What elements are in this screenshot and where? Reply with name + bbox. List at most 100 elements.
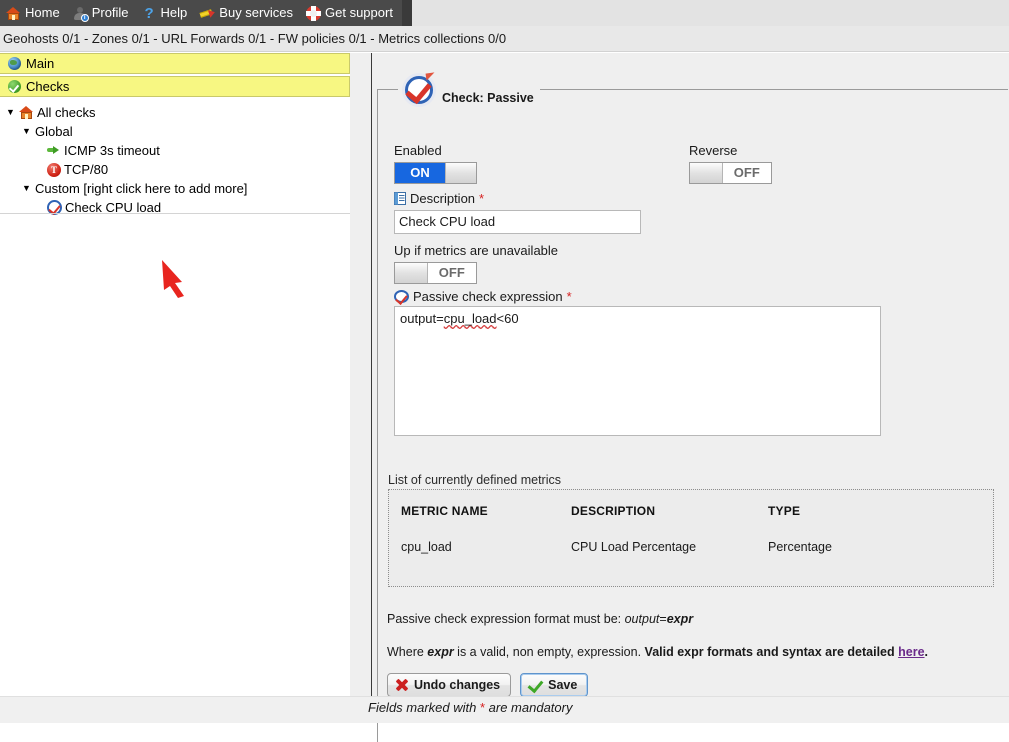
tree-node-tcp80[interactable]: T TCP/80 — [0, 160, 350, 179]
tree-divider — [0, 213, 350, 214]
cell-metric-name: cpu_load — [401, 540, 452, 554]
expression-value-suffix: <60 — [496, 311, 519, 326]
expression-value-prefix: output= — [400, 311, 444, 326]
check-fieldset-legend-label: Check: Passive — [442, 91, 534, 105]
document-icon — [394, 192, 406, 205]
undo-changes-button[interactable]: Undo changes — [387, 673, 512, 697]
reverse-toggle-knob[interactable] — [690, 163, 723, 183]
nav-item-home-label: Home — [25, 5, 60, 20]
metrics-table: METRIC NAME DESCRIPTION TYPE cpu_load CP… — [401, 504, 961, 554]
expression-validity-note: Where expr is a valid, non empty, expres… — [387, 645, 928, 659]
nav-item-get-support[interactable]: Get support — [300, 0, 400, 26]
save-button[interactable]: Save — [520, 673, 589, 697]
reverse-toggle-value: OFF — [722, 163, 771, 183]
nav-item-help-label: Help — [160, 5, 188, 20]
annotation-arrow-icon — [162, 260, 184, 298]
lifebuoy-icon — [306, 5, 321, 21]
undo-changes-button-label: Undo changes — [414, 678, 501, 692]
check-circle-icon — [402, 72, 436, 107]
chevron-down-icon[interactable]: ▼ — [5, 103, 16, 122]
column-header-type: TYPE — [768, 504, 801, 518]
chevron-down-icon[interactable]: ▼ — [21, 179, 32, 198]
up-if-unavailable-toggle-knob[interactable] — [395, 263, 428, 283]
note1-prefix: Passive check expression format must be: — [387, 612, 625, 626]
description-field: Description * Check CPU load — [394, 191, 641, 234]
enabled-label: Enabled — [394, 143, 442, 158]
expression-format-note: Passive check expression format must be:… — [387, 612, 693, 626]
chevron-down-icon[interactable]: ▼ — [21, 122, 32, 141]
checks-tree: ▼ All checks ▼ Global ICMP 3s timeout T … — [0, 99, 350, 217]
metrics-list-caption: List of currently defined metrics — [388, 473, 561, 487]
table-row[interactable]: cpu_load CPU Load Percentage Percentage — [401, 540, 961, 554]
check-editor-panel: Check: Passive Enabled ON Reverse OFF De… — [372, 53, 1009, 742]
description-input[interactable]: Check CPU load — [394, 210, 641, 234]
nav-item-profile-label: Profile — [91, 5, 129, 20]
enabled-toggle[interactable]: ON — [394, 162, 477, 184]
note2-end: . — [924, 645, 929, 659]
up-if-unavailable-label: Up if metrics are unavailable — [394, 243, 559, 258]
up-if-unavailable-toggle-value: OFF — [427, 263, 476, 283]
resource-counters-statusline: Geohosts 0/1 - Zones 0/1 - URL Forwards … — [0, 26, 1009, 52]
column-header-description: DESCRIPTION — [571, 504, 656, 518]
tcp-icon: T — [47, 162, 61, 177]
note2-bold: Valid expr formats and syntax are detail… — [644, 645, 899, 659]
expression-label: Passive check expression — [413, 289, 563, 304]
column-header-metric-name: METRIC NAME — [401, 504, 488, 518]
description-required-mark: * — [479, 191, 485, 206]
documentation-link[interactable]: here — [898, 645, 924, 659]
question-icon: ? — [144, 4, 154, 22]
description-label-row: Description * — [394, 191, 641, 206]
sidebar-item-checks[interactable]: Checks — [0, 76, 350, 97]
metrics-list-box: METRIC NAME DESCRIPTION TYPE cpu_load CP… — [388, 489, 994, 587]
house-icon — [19, 105, 34, 120]
tree-node-all-checks-label: All checks — [37, 105, 96, 120]
top-navigation-bar: Home i Profile ? Help Buy services Get s… — [0, 0, 1009, 26]
note2-mid: is a valid, non empty, expression. — [453, 645, 645, 659]
enabled-toggle-value: ON — [395, 163, 445, 183]
enabled-toggle-knob[interactable] — [445, 163, 476, 183]
reverse-label: Reverse — [689, 143, 738, 158]
expression-textarea[interactable]: output=cpu_load<60 — [394, 306, 881, 436]
panel-gap — [350, 53, 371, 723]
tree-node-check-cpu-load[interactable]: Check CPU load — [0, 198, 350, 217]
nav-item-profile[interactable]: i Profile — [67, 0, 136, 26]
green-check-icon — [528, 678, 543, 692]
person-icon: i — [73, 6, 89, 22]
tree-node-tcp80-label: TCP/80 — [64, 162, 109, 177]
note1-bolditalic: expr — [666, 612, 694, 626]
tree-node-global-label: Global — [35, 124, 73, 139]
nav-item-buy-services[interactable]: Buy services — [194, 0, 300, 26]
cell-type: Percentage — [768, 540, 832, 554]
up-if-unavailable-toggle[interactable]: OFF — [394, 262, 477, 284]
cell-description: CPU Load Percentage — [571, 540, 697, 554]
mandatory-note-suffix: are mandatory — [485, 700, 573, 715]
description-label: Description — [410, 191, 476, 206]
check-circle-icon — [394, 290, 409, 303]
up-if-unavailable-field: Up if metrics are unavailable OFF — [394, 243, 558, 284]
note2-where: Where — [387, 645, 428, 659]
check-fieldset-legend: Check: Passive — [398, 72, 540, 107]
bottom-divider — [0, 696, 1009, 697]
expression-value-misspelled: cpu_load — [443, 311, 497, 326]
tree-node-custom[interactable]: ▼ Custom [right click here to add more] — [0, 179, 350, 198]
reverse-field: Reverse OFF — [689, 143, 772, 184]
globe-icon — [8, 57, 21, 70]
tree-node-icmp-label: ICMP 3s timeout — [64, 143, 160, 158]
tree-node-global[interactable]: ▼ Global — [0, 122, 350, 141]
tree-node-icmp[interactable]: ICMP 3s timeout — [0, 141, 350, 160]
save-button-label: Save — [548, 678, 578, 692]
note1-italic: output — [624, 612, 660, 626]
nav-item-home[interactable]: Home — [0, 0, 67, 26]
nav-items-container: Home i Profile ? Help Buy services Get s… — [0, 0, 412, 26]
table-header-row: METRIC NAME DESCRIPTION TYPE — [401, 504, 961, 540]
tree-node-custom-label: Custom [right click here to add more] — [35, 181, 248, 196]
nav-item-buy-services-label: Buy services — [219, 5, 293, 20]
sidebar-item-main[interactable]: Main — [0, 53, 350, 74]
mandatory-note-prefix: Fields marked with — [368, 700, 480, 715]
nav-item-help[interactable]: ? Help — [136, 0, 195, 26]
note2-expr: expr — [427, 645, 454, 659]
pencil-icon — [199, 6, 217, 21]
reverse-toggle[interactable]: OFF — [689, 162, 772, 184]
tree-node-all-checks[interactable]: ▼ All checks — [0, 103, 350, 122]
expression-required-mark: * — [566, 289, 572, 304]
